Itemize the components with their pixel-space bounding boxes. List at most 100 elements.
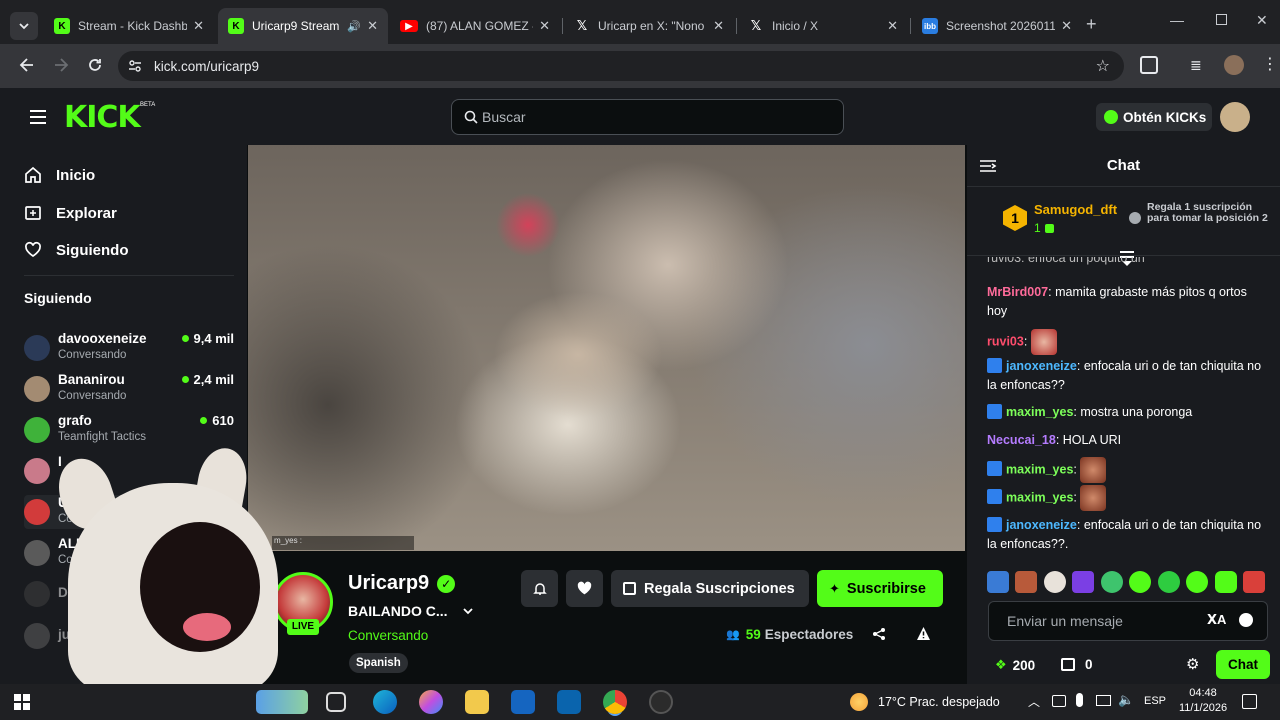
following-channel[interactable]: Bananirou Conversando 2,4 mil (24, 372, 234, 406)
viewer-count: 9,4 mil (181, 331, 234, 346)
translate-icon[interactable]: 𝗫A (1207, 612, 1226, 628)
close-icon[interactable]: ✕ (887, 18, 898, 34)
browser-tab-active[interactable]: K Uricarp9 Stream 🔊 ✕ (218, 8, 388, 44)
address-bar[interactable]: kick.com/uricarp9 ☆ (118, 51, 1124, 81)
chevron-down-icon[interactable] (462, 605, 474, 617)
browser-tab[interactable]: ibb Screenshot 2026011 ✕ (912, 8, 1082, 44)
nav-item-inicio[interactable]: Inicio (24, 163, 95, 187)
obs-studio-icon[interactable] (649, 690, 673, 714)
language-tag[interactable]: Spanish (349, 653, 408, 673)
chat-username[interactable]: Necucai_18 (987, 433, 1056, 447)
site-info-icon[interactable] (128, 59, 142, 73)
chat-username[interactable]: maxim_yes (1006, 462, 1073, 476)
notification-center-icon[interactable] (1242, 694, 1257, 709)
chat-message-input[interactable]: Enviar un mensaje 𝗫A (988, 601, 1268, 641)
emote-button[interactable] (1015, 571, 1038, 593)
input-language[interactable]: ESP (1144, 695, 1166, 707)
kicks-balance[interactable]: ❖ 200 (995, 657, 1035, 673)
emote-button[interactable] (1242, 571, 1265, 593)
reload-button[interactable] (86, 56, 104, 79)
browser-tab[interactable]: K Stream - Kick Dashbo ✕ (44, 8, 214, 44)
subscribe-button[interactable]: ✦ Suscribirse (817, 570, 943, 607)
chrome-browser-icon[interactable] (603, 690, 627, 714)
tray-mic-icon[interactable] (1076, 693, 1083, 707)
gift-subscriptions-button[interactable]: Regala Suscripciones (611, 570, 809, 607)
close-icon[interactable]: ✕ (539, 18, 550, 34)
weather-widget[interactable]: 17°C Prac. despejado (850, 693, 1000, 711)
user-avatar[interactable] (1220, 102, 1250, 132)
forward-button[interactable] (52, 56, 70, 79)
following-channel[interactable]: davooxeneize Conversando 9,4 mil (24, 331, 234, 365)
media-control-icon[interactable]: ≣ (1190, 57, 1202, 74)
streamer-name[interactable]: Uricarp9 ✓ (348, 572, 456, 595)
tray-network-icon[interactable] (1052, 695, 1066, 707)
close-icon[interactable]: ✕ (193, 18, 204, 34)
close-window-button[interactable]: ✕ (1256, 12, 1268, 29)
close-icon[interactable]: ✕ (1061, 18, 1072, 34)
chat-username[interactable]: ruvi03 (987, 334, 1024, 348)
store-balance[interactable]: 0 (1061, 657, 1093, 672)
clock[interactable]: 04:48 11/1/2026 (1175, 686, 1231, 716)
copilot-icon[interactable] (419, 690, 443, 714)
emote-button[interactable] (1186, 571, 1209, 593)
microsoft-store-icon[interactable] (511, 690, 535, 714)
report-warning-icon[interactable] (916, 626, 931, 646)
beta-badge: BETA (140, 102, 156, 108)
send-chat-button[interactable]: Chat (1216, 650, 1270, 679)
stream-title[interactable]: BAILANDO C... (348, 603, 474, 619)
tray-chevron-up-icon[interactable]: ︿ (1028, 693, 1040, 710)
emote-button[interactable] (1072, 571, 1095, 593)
emote-button[interactable] (1100, 571, 1123, 593)
close-icon[interactable]: ✕ (367, 18, 378, 34)
get-kicks-button[interactable]: Obtén KICKs (1096, 103, 1212, 131)
minimize-window-button[interactable]: — (1170, 12, 1184, 28)
browser-menu-icon[interactable]: ⋮ (1262, 54, 1278, 74)
gift-sub-cta[interactable]: Regala 1 suscripción para tomar la posic… (1129, 202, 1269, 224)
stream-category[interactable]: Conversando (348, 628, 428, 643)
top-gifter-name[interactable]: Samugod_dft (1034, 202, 1117, 217)
windows-start-icon[interactable] (14, 694, 30, 710)
tab-search-button[interactable] (10, 12, 38, 40)
speaker-icon[interactable]: 🔊 (347, 20, 361, 33)
browser-tab[interactable]: ▶ (87) ALAN GOMEZ - A ✕ (390, 8, 560, 44)
edge-browser-icon[interactable] (373, 690, 397, 714)
emote-button[interactable] (1129, 571, 1152, 593)
chat-username[interactable]: maxim_yes (1006, 405, 1073, 419)
search-input[interactable]: Buscar (451, 99, 844, 135)
chat-username[interactable]: janoxeneize (1006, 518, 1077, 532)
chat-username[interactable]: MrBird007 (987, 285, 1048, 299)
tray-speaker-icon[interactable]: 🔈 (1118, 692, 1134, 708)
outlook-icon[interactable] (557, 690, 581, 714)
restore-window-button[interactable] (1216, 14, 1227, 25)
taskbar-widget-icon[interactable] (256, 690, 308, 714)
file-explorer-icon[interactable] (465, 690, 489, 714)
chat-username[interactable]: maxim_yes (1006, 490, 1073, 504)
emote-button[interactable] (987, 571, 1009, 593)
chat-username[interactable]: janoxeneize (1006, 359, 1077, 373)
extensions-icon[interactable] (1140, 56, 1158, 74)
nav-item-explorar[interactable]: Explorar (24, 201, 117, 225)
new-tab-button[interactable]: + (1086, 14, 1097, 35)
browser-tab[interactable]: 𝕏 Inicio / X ✕ (738, 8, 908, 44)
nav-item-siguiendo[interactable]: Siguiendo (24, 238, 129, 262)
task-view-icon[interactable] (326, 692, 346, 712)
kick-logo[interactable]: KICK BETA (64, 100, 155, 135)
share-icon[interactable] (872, 627, 886, 646)
browser-tab[interactable]: 𝕏 Uricarp en X: "Nono ✕ (564, 8, 734, 44)
chat-settings-gear-icon[interactable]: ⚙ (1186, 655, 1199, 673)
emote-button[interactable] (1043, 571, 1066, 593)
emote-button[interactable] (1157, 571, 1180, 593)
close-icon[interactable]: ✕ (713, 18, 724, 34)
emoji-icon[interactable] (1239, 613, 1253, 627)
profile-avatar[interactable] (1224, 55, 1244, 75)
bookmark-star-icon[interactable]: ☆ (1096, 56, 1110, 76)
notification-bell-button[interactable] (521, 570, 558, 607)
following-channel[interactable]: grafo Teamfight Tactics 610 (24, 413, 234, 447)
follow-heart-button[interactable] (566, 570, 603, 607)
emote-button[interactable] (1214, 571, 1237, 593)
video-player[interactable]: m_yes : (248, 145, 965, 551)
weather-text: 17°C Prac. despejado (878, 695, 1000, 709)
hamburger-menu-icon[interactable] (30, 110, 46, 124)
back-button[interactable] (18, 56, 36, 79)
tray-monitor-icon[interactable] (1096, 695, 1111, 706)
